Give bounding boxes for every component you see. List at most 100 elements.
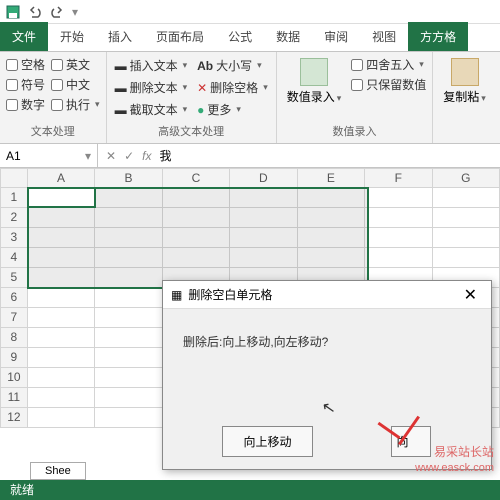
col-header[interactable]: D xyxy=(230,168,297,188)
undo-icon[interactable] xyxy=(28,5,42,19)
cell[interactable] xyxy=(365,248,432,268)
row-header[interactable]: 3 xyxy=(0,228,28,248)
btn-copypaste[interactable]: 复制粘 xyxy=(439,56,490,107)
name-box[interactable]: A1▾ xyxy=(0,144,98,167)
cell[interactable] xyxy=(298,228,365,248)
tab-data[interactable]: 数据 xyxy=(264,22,312,51)
tab-file[interactable]: 文件 xyxy=(0,22,48,51)
cell[interactable] xyxy=(163,248,230,268)
cell[interactable] xyxy=(28,248,95,268)
col-header[interactable]: G xyxy=(433,168,500,188)
chk-space[interactable]: 空格 xyxy=(6,56,45,73)
cell[interactable] xyxy=(95,288,162,308)
cell[interactable] xyxy=(230,208,297,228)
btn-case[interactable]: Ab大小写 xyxy=(195,56,270,75)
btn-numinput[interactable]: 数值录入 xyxy=(283,56,346,107)
cell[interactable] xyxy=(365,188,432,208)
row-header[interactable]: 9 xyxy=(0,348,28,368)
row-header[interactable]: 11 xyxy=(0,388,28,408)
cell[interactable] xyxy=(433,188,500,208)
sheet-tab[interactable]: Shee xyxy=(30,462,86,480)
chk-english[interactable]: 英文 xyxy=(51,56,100,73)
row-header[interactable]: 12 xyxy=(0,408,28,428)
chk-execute[interactable]: 执行 xyxy=(51,96,100,113)
cell[interactable] xyxy=(230,228,297,248)
cell[interactable] xyxy=(433,208,500,228)
col-header[interactable]: C xyxy=(163,168,230,188)
chk-keepnum[interactable]: 只保留数值 xyxy=(351,76,426,93)
cell[interactable] xyxy=(95,228,162,248)
row-header[interactable]: 8 xyxy=(0,328,28,348)
btn-move-up[interactable]: 向上移动 xyxy=(222,426,312,457)
cell[interactable] xyxy=(28,208,95,228)
cell[interactable] xyxy=(298,188,365,208)
tab-insert[interactable]: 插入 xyxy=(96,22,144,51)
col-header[interactable]: B xyxy=(95,168,162,188)
cell[interactable] xyxy=(95,348,162,368)
cell[interactable] xyxy=(95,248,162,268)
cell[interactable] xyxy=(230,248,297,268)
tab-home[interactable]: 开始 xyxy=(48,22,96,51)
cell[interactable] xyxy=(28,368,95,388)
qat-dropdown-icon[interactable]: ▾ xyxy=(72,5,78,19)
btn-delspace[interactable]: ✕删除空格 xyxy=(195,78,270,97)
tab-pagelayout[interactable]: 页面布局 xyxy=(144,22,216,51)
fx-icon[interactable]: fx xyxy=(142,149,151,163)
col-header[interactable]: F xyxy=(365,168,432,188)
btn-more[interactable]: ●更多 xyxy=(195,100,270,119)
btn-cut-text[interactable]: ▬截取文本 xyxy=(113,100,190,119)
cell[interactable] xyxy=(95,308,162,328)
cell[interactable] xyxy=(298,208,365,228)
cell[interactable] xyxy=(28,228,95,248)
cell[interactable] xyxy=(163,228,230,248)
cell[interactable] xyxy=(95,268,162,288)
chevron-down-icon[interactable]: ▾ xyxy=(85,149,91,163)
cell[interactable] xyxy=(28,348,95,368)
cell[interactable] xyxy=(28,328,95,348)
save-icon[interactable] xyxy=(6,5,20,19)
cell[interactable] xyxy=(95,408,162,428)
cell[interactable] xyxy=(365,228,432,248)
tab-fangfang[interactable]: 方方格 xyxy=(408,22,468,51)
chk-round[interactable]: 四舍五入 xyxy=(351,56,426,73)
tab-formulas[interactable]: 公式 xyxy=(216,22,264,51)
cell[interactable] xyxy=(95,208,162,228)
cell[interactable] xyxy=(28,268,95,288)
cell[interactable] xyxy=(28,408,95,428)
cell[interactable] xyxy=(433,248,500,268)
close-icon[interactable]: ✕ xyxy=(458,285,483,305)
cell[interactable] xyxy=(28,288,95,308)
select-all-corner[interactable] xyxy=(0,168,28,188)
btn-delete-text[interactable]: ▬删除文本 xyxy=(113,78,190,97)
row-header[interactable]: 2 xyxy=(0,208,28,228)
col-header[interactable]: A xyxy=(28,168,95,188)
cell[interactable]: 我 xyxy=(28,188,95,208)
col-header[interactable]: E xyxy=(298,168,365,188)
cell[interactable] xyxy=(28,308,95,328)
row-header[interactable]: 5 xyxy=(0,268,28,288)
cell[interactable] xyxy=(95,368,162,388)
cell[interactable] xyxy=(163,188,230,208)
redo-icon[interactable] xyxy=(50,5,64,19)
chk-symbol[interactable]: 符号 xyxy=(6,76,45,93)
tab-view[interactable]: 视图 xyxy=(360,22,408,51)
cell[interactable] xyxy=(230,188,297,208)
row-header[interactable]: 4 xyxy=(0,248,28,268)
btn-insert-text[interactable]: ▬插入文本 xyxy=(113,56,190,75)
cell[interactable] xyxy=(365,208,432,228)
cell[interactable] xyxy=(95,188,162,208)
cell[interactable] xyxy=(433,228,500,248)
cell[interactable] xyxy=(163,208,230,228)
row-header[interactable]: 1 xyxy=(0,188,28,208)
cell[interactable] xyxy=(298,248,365,268)
row-header[interactable]: 10 xyxy=(0,368,28,388)
cell[interactable] xyxy=(95,328,162,348)
enter-icon[interactable]: ✓ xyxy=(124,149,134,163)
cell[interactable] xyxy=(28,388,95,408)
chk-number[interactable]: 数字 xyxy=(6,96,45,113)
row-header[interactable]: 6 xyxy=(0,288,28,308)
formula-value[interactable]: 我 xyxy=(159,147,171,164)
row-header[interactable]: 7 xyxy=(0,308,28,328)
cell[interactable] xyxy=(95,388,162,408)
chk-chinese[interactable]: 中文 xyxy=(51,76,100,93)
